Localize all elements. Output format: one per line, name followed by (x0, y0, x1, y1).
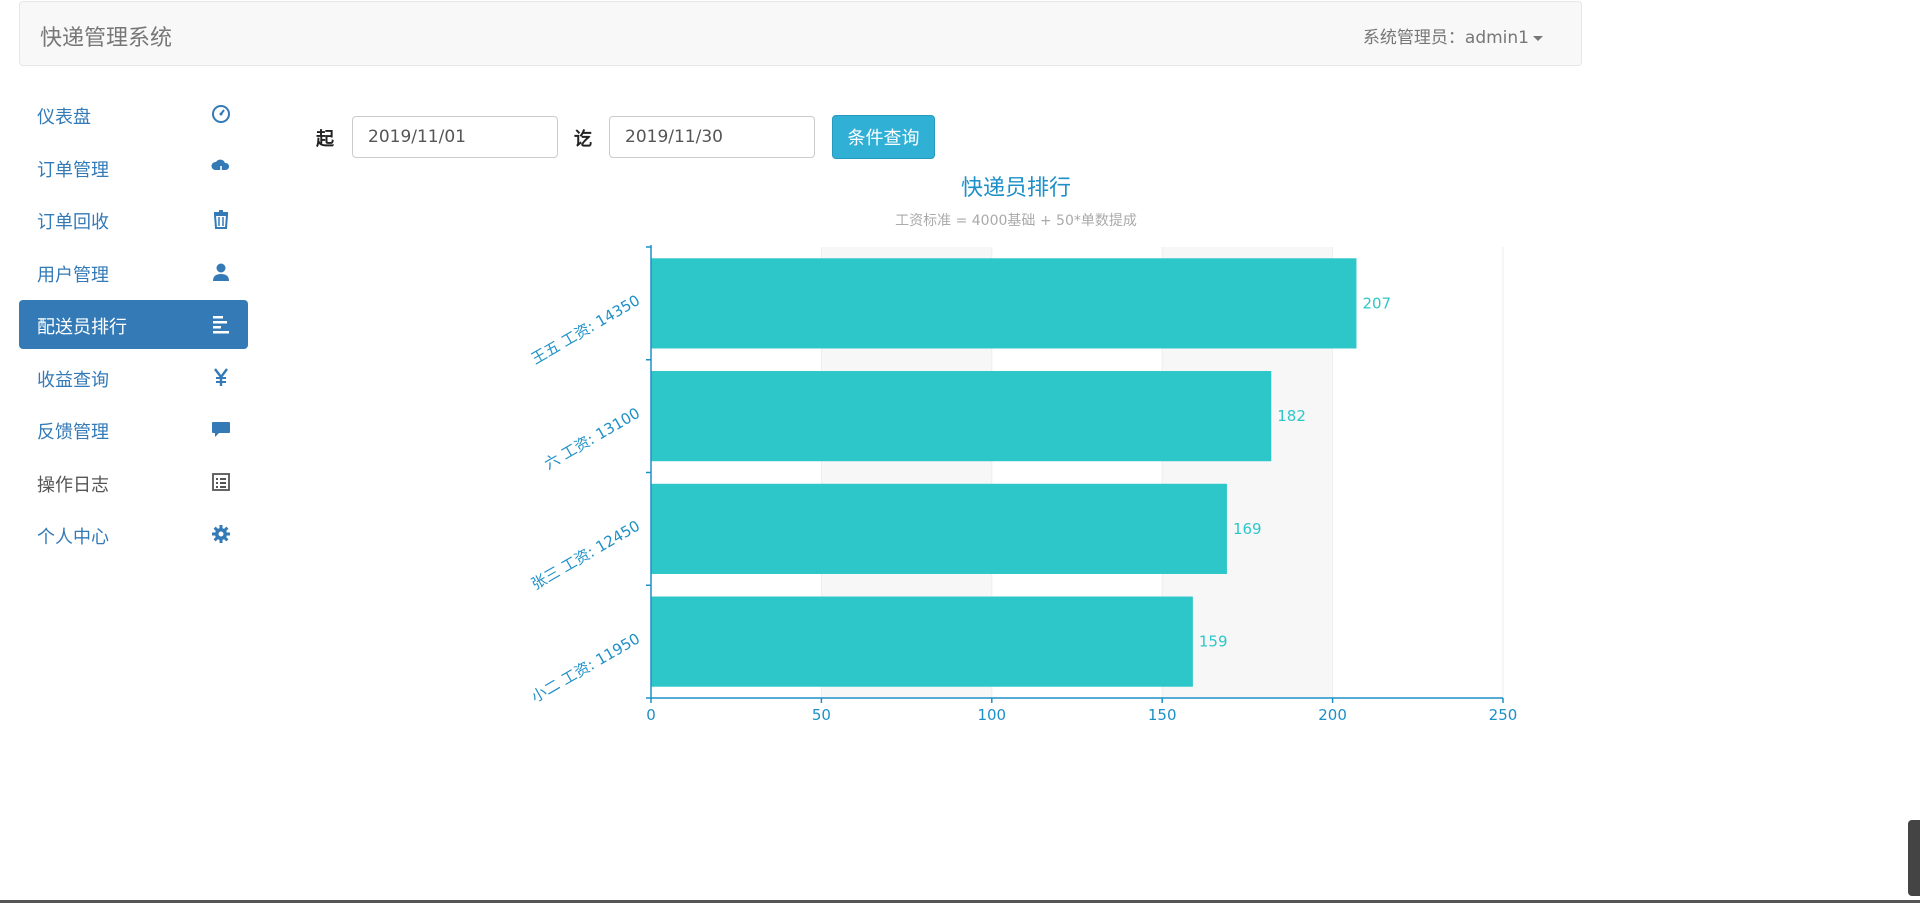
start-date-input[interactable] (352, 116, 558, 158)
bar (651, 258, 1357, 349)
user-icon (210, 261, 232, 283)
sidebar-item-courier-ranking[interactable]: 配送员排行 (19, 300, 248, 349)
x-tick-label: 100 (977, 706, 1006, 724)
sidebar-item-revenue[interactable]: 收益查询 (19, 353, 248, 402)
sidebar-item-label: 反馈管理 (37, 422, 109, 443)
sidebar-item-operation-log[interactable]: 操作日志 (19, 458, 248, 507)
end-date-label: 讫 (574, 129, 592, 150)
bar-value-label: 159 (1199, 633, 1228, 651)
sidebar-item-label: 收益查询 (37, 369, 109, 391)
sidebar-item-dashboard[interactable]: 仪表盘 (19, 90, 248, 139)
user-menu-label: 系统管理员：admin1 (1362, 28, 1529, 48)
caret-down-icon (1533, 35, 1543, 41)
sidebar-item-label: 操作日志 (37, 474, 109, 496)
cog-icon (210, 523, 232, 545)
sidebar-item-label: 配送员排行 (37, 317, 127, 338)
bar (651, 596, 1193, 687)
sidebar-item-users[interactable]: 用户管理 (19, 248, 248, 297)
sidebar-nav: 仪表盘 订单管理 订单回收 用户管理 配送员排行 收益查询 反馈管理 操作日志 … (19, 90, 248, 563)
sidebar-item-feedback[interactable]: 反馈管理 (19, 405, 248, 454)
category-label: 王五 工资: 14350 (528, 291, 643, 368)
x-tick-label: 50 (812, 706, 831, 724)
top-navbar: 快递管理系统 系统管理员：admin1 (19, 1, 1582, 66)
courier-ranking-chart: 207 182 169 159 王五 工资: 14350 六 工资: 13100 张三 工资… (528, 245, 1518, 724)
user-menu-dropdown[interactable]: 系统管理员：admin1 (1363, 23, 1543, 48)
end-date-input[interactable] (609, 116, 815, 158)
comment-icon (210, 418, 232, 440)
x-tick-label: 250 (1489, 706, 1518, 724)
category-label: 六 工资: 13100 (541, 404, 643, 473)
start-date-label: 起 (316, 129, 334, 150)
sidebar-item-label: 用户管理 (37, 264, 109, 286)
chart-subtitle: 工资标准 = 4000基础 + 50*单数提成 (895, 213, 1137, 229)
x-tick-label: 0 (646, 706, 656, 724)
category-label: 小二 工资: 11950 (528, 630, 643, 707)
query-button[interactable]: 条件查询 (832, 115, 935, 159)
sidebar-item-label: 个人中心 (37, 527, 109, 548)
x-tick-label: 150 (1148, 706, 1177, 724)
category-label: 张三 工资: 12450 (528, 517, 643, 594)
side-scroll-widget[interactable] (1908, 820, 1920, 896)
sidebar-item-label: 仪表盘 (37, 107, 91, 128)
bar (651, 371, 1272, 462)
yen-icon (210, 366, 232, 388)
sidebar-item-profile[interactable]: 个人中心 (19, 510, 248, 559)
app-brand[interactable]: 快递管理系统 (40, 20, 172, 52)
bar-value-label: 169 (1233, 520, 1262, 538)
x-tick-label: 200 (1318, 706, 1347, 724)
align-left-icon (210, 313, 232, 335)
dashboard-icon (210, 103, 232, 125)
bar-value-label: 182 (1277, 407, 1306, 425)
chart-title: 快递员排行 (960, 176, 1071, 201)
list-alt-icon (210, 471, 232, 493)
bar (651, 483, 1227, 574)
bar-value-label: 207 (1362, 294, 1391, 312)
